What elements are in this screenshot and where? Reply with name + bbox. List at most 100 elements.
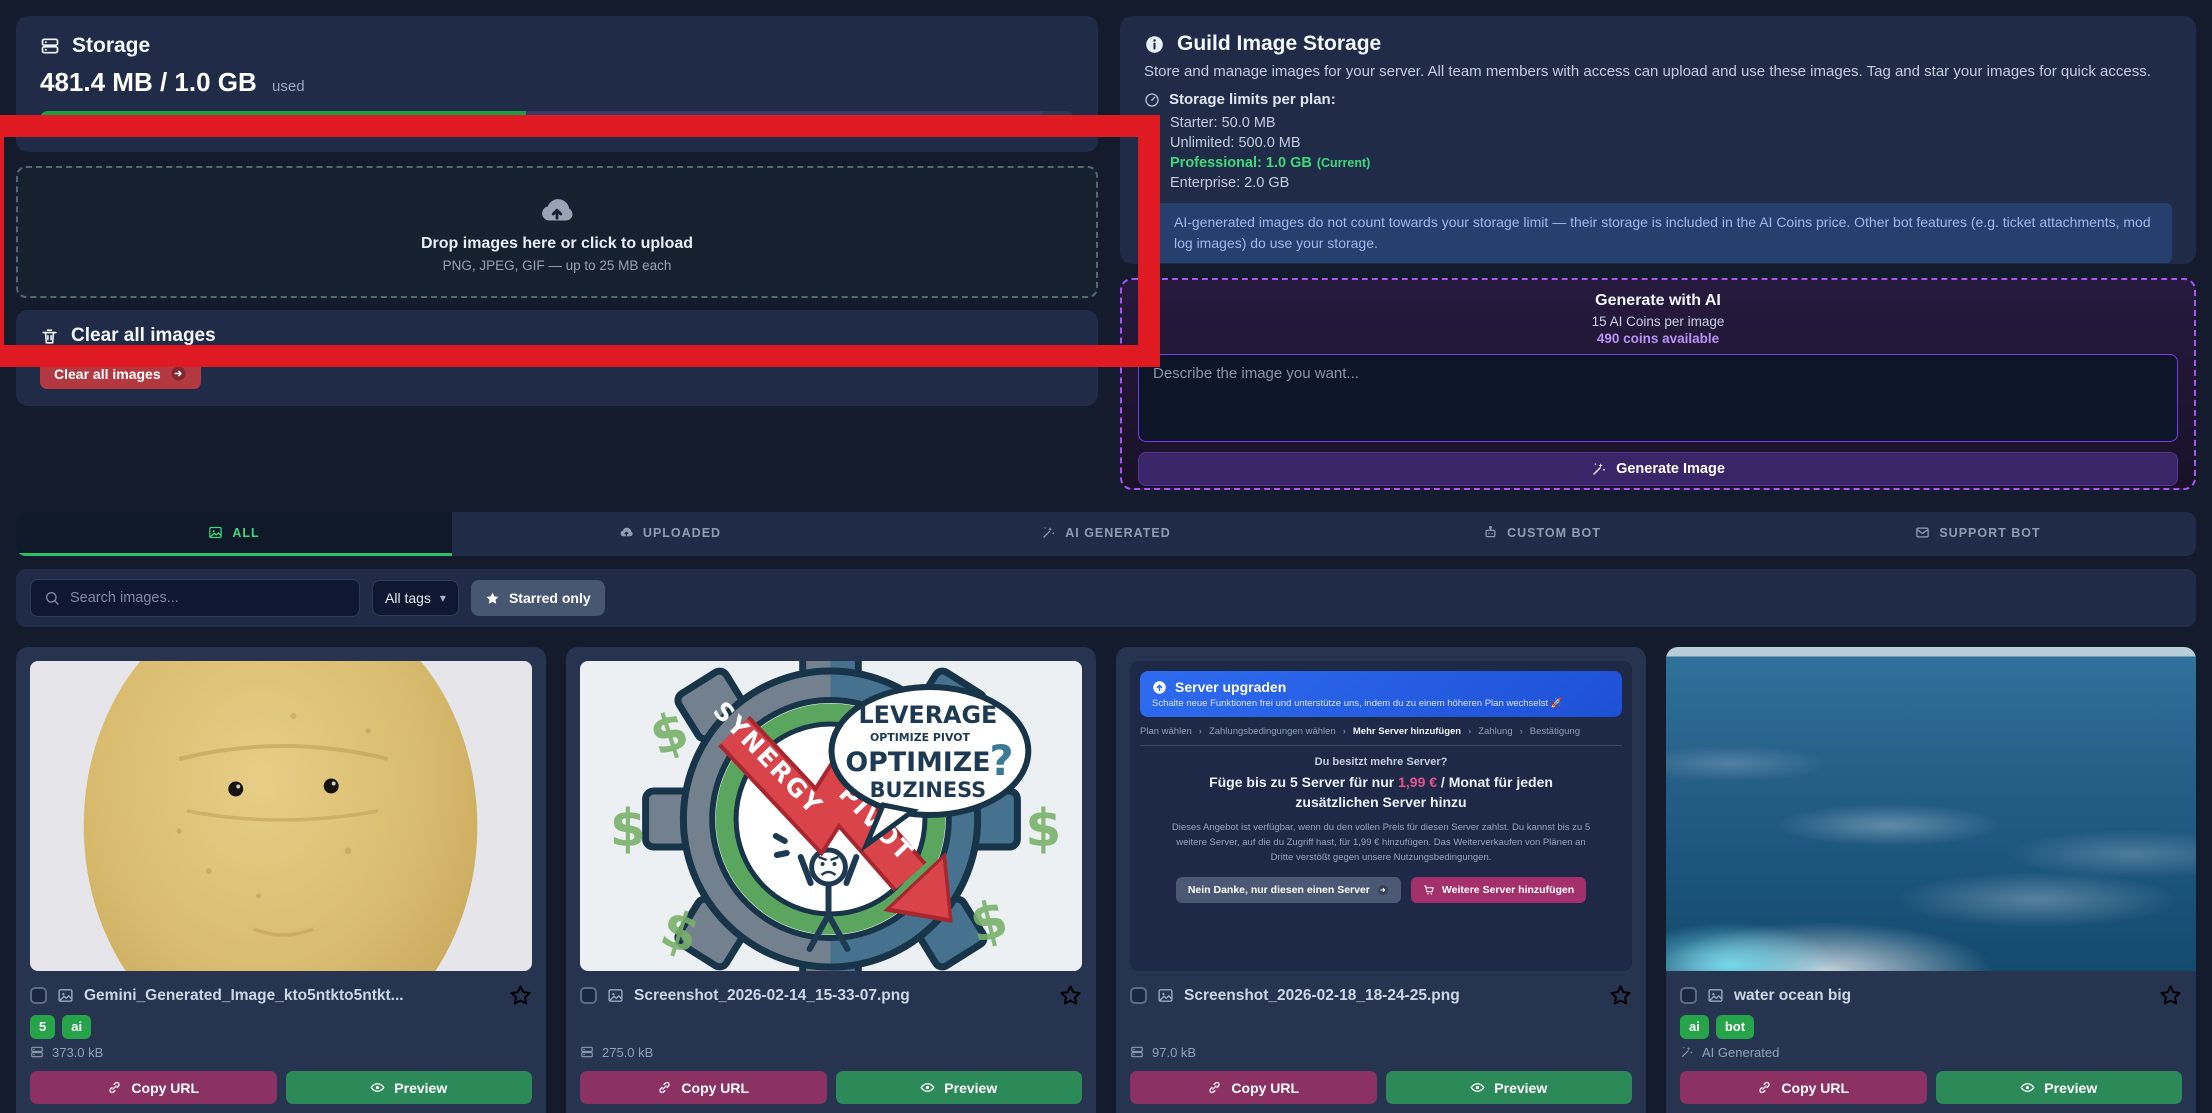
eye-icon xyxy=(1470,1080,1485,1095)
plan-current-badge: (Current) xyxy=(1317,156,1370,170)
card-image-upgrade-screenshot[interactable]: Server upgraden Schalte neue Funktionen … xyxy=(1130,661,1632,971)
bubble-question-mark: ? xyxy=(989,736,1013,785)
storage-used-suffix: used xyxy=(272,78,305,95)
guild-image-storage-page: Storage 481.4 MB / 1.0 GB used Drop imag… xyxy=(0,0,2212,1113)
copy-url-label: Copy URL xyxy=(681,1080,749,1096)
storage-progress-used-segment xyxy=(40,111,526,126)
storage-limits-title: Storage limits per plan: xyxy=(1169,91,1336,108)
image-card-potato: Gemini_Generated_Image_kto5ntkto5ntkt...… xyxy=(16,647,546,1113)
card-size-row: 373.0 kB xyxy=(30,1043,532,1061)
bubble-leverage: LEVERAGE xyxy=(858,701,997,729)
card-tags-empty xyxy=(580,1015,1082,1039)
clear-all-header: Clear all images xyxy=(40,325,1074,347)
star-filled-icon xyxy=(509,984,532,1007)
card-title-row: Screenshot_2026-02-18_18-24-25.png xyxy=(1130,984,1632,1007)
arrow-right-circle-icon xyxy=(1377,884,1389,896)
tab-ai-generated[interactable]: AI GENERATED xyxy=(888,512,1324,556)
image-card-ocean: water ocean big ai bot AI Generated Copy… xyxy=(1666,647,2196,1113)
tab-support-bot-label: SUPPORT BOT xyxy=(1939,526,2040,540)
trash-icon xyxy=(40,327,59,346)
guild-info-description: Store and manage images for your server.… xyxy=(1144,63,2172,80)
card-ai-generated-row: AI Generated xyxy=(1680,1043,2182,1061)
right-column: Guild Image Storage Store and manage ima… xyxy=(1120,16,2196,490)
card-image-potato[interactable] xyxy=(30,661,532,971)
breadcrumb-separator: › xyxy=(1520,726,1523,737)
server-storage-icon xyxy=(1130,1045,1144,1059)
card-title-row: Screenshot_2026-02-14_15-33-07.png xyxy=(580,984,1082,1007)
card-checkbox[interactable] xyxy=(580,987,597,1004)
card-filename: Gemini_Generated_Image_kto5ntkto5ntkt... xyxy=(84,987,499,1005)
storage-card: Storage 481.4 MB / 1.0 GB used xyxy=(16,16,1098,152)
guild-info-title: Guild Image Storage xyxy=(1177,32,1381,56)
image-file-icon xyxy=(1707,987,1724,1004)
upgrade-question: Du besitzt mehre Server? xyxy=(1140,756,1622,768)
breadcrumb-separator: › xyxy=(1199,726,1202,737)
tab-all[interactable]: ALL xyxy=(16,512,452,556)
preview-button[interactable]: Preview xyxy=(836,1071,1083,1104)
generate-ai-cost: 15 AI Coins per image xyxy=(1138,314,2178,329)
guild-info-card: Guild Image Storage Store and manage ima… xyxy=(1120,16,2196,264)
up-arrow-circle-icon xyxy=(1152,680,1167,695)
copy-url-button[interactable]: Copy URL xyxy=(1130,1071,1377,1104)
copy-url-button[interactable]: Copy URL xyxy=(1680,1071,1927,1104)
tab-custom-bot[interactable]: CUSTOM BOT xyxy=(1324,512,1760,556)
star-toggle[interactable] xyxy=(2159,984,2182,1007)
preview-button[interactable]: Preview xyxy=(286,1071,533,1104)
copy-url-label: Copy URL xyxy=(1781,1080,1849,1096)
generate-with-ai-panel: Generate with AI 15 AI Coins per image 4… xyxy=(1120,278,2196,490)
ocean-photo xyxy=(1666,647,2196,971)
card-checkbox[interactable] xyxy=(1130,987,1147,1004)
card-image-ocean[interactable] xyxy=(1666,647,2196,971)
card-title-row: water ocean big xyxy=(1680,984,2182,1007)
preview-button[interactable]: Preview xyxy=(1936,1071,2183,1104)
breadcrumb-separator: › xyxy=(1468,726,1471,737)
gauge-icon xyxy=(1144,92,1160,108)
starred-only-toggle[interactable]: Starred only xyxy=(471,580,605,616)
offer-text: Füge bis zu 5 Server für nur xyxy=(1209,774,1398,790)
upload-title: Drop images here or click to upload xyxy=(421,235,693,253)
upgrade-screenshot-content: Server upgraden Schalte neue Funktionen … xyxy=(1130,661,1632,971)
tab-uploaded[interactable]: UPLOADED xyxy=(452,512,888,556)
tags-select[interactable]: All tags ▾ xyxy=(372,580,459,616)
storage-progress-ai-segment xyxy=(526,111,1043,126)
decline-offer-label: Nein Danke, nur diesen einen Server xyxy=(1188,884,1370,896)
card-tags: ai bot xyxy=(1680,1015,2182,1039)
offer-price: 1,99 € xyxy=(1398,774,1437,790)
card-size: 373.0 kB xyxy=(52,1045,103,1060)
divider xyxy=(1140,745,1622,746)
breadcrumb-step: Zahlungsbedingungen wählen xyxy=(1209,726,1336,737)
breadcrumb-step-active: Mehr Server hinzufügen xyxy=(1353,726,1461,737)
top-section: Storage 481.4 MB / 1.0 GB used Drop imag… xyxy=(16,16,2196,490)
tag-badge: ai xyxy=(1680,1015,1709,1039)
server-storage-icon xyxy=(30,1045,44,1059)
generate-image-button[interactable]: Generate Image xyxy=(1138,452,2178,486)
eye-icon xyxy=(2020,1080,2035,1095)
tab-support-bot[interactable]: SUPPORT BOT xyxy=(1760,512,2196,556)
plan-limits-list: Starter: 50.0 MB Unlimited: 500.0 MB Pro… xyxy=(1144,113,2172,193)
card-image-diagram[interactable]: $$ $$ $$ xyxy=(580,661,1082,971)
plan-unlimited: Unlimited: 500.0 MB xyxy=(1144,133,2172,153)
decline-offer-button: Nein Danke, nur diesen einen Server xyxy=(1176,877,1401,903)
ai-prompt-input[interactable] xyxy=(1138,354,2178,442)
clear-all-button[interactable]: Clear all images xyxy=(40,358,201,389)
copy-url-button[interactable]: Copy URL xyxy=(580,1071,827,1104)
upload-dropzone[interactable]: Drop images here or click to upload PNG,… xyxy=(16,166,1098,298)
card-checkbox[interactable] xyxy=(1680,987,1697,1004)
copy-url-button[interactable]: Copy URL xyxy=(30,1071,277,1104)
search-input[interactable] xyxy=(70,590,346,606)
storage-title: Storage xyxy=(72,34,150,58)
breadcrumb-step: Bestätigung xyxy=(1530,726,1580,737)
card-filename: water ocean big xyxy=(1734,987,2149,1005)
star-toggle-filled[interactable] xyxy=(509,984,532,1007)
storage-card-header: Storage xyxy=(40,34,1074,58)
card-size: 275.0 kB xyxy=(602,1045,653,1060)
star-toggle[interactable] xyxy=(1609,984,1632,1007)
star-toggle[interactable] xyxy=(1059,984,1082,1007)
left-column: Storage 481.4 MB / 1.0 GB used Drop imag… xyxy=(16,16,1098,490)
card-size-row: 275.0 kB xyxy=(580,1043,1082,1061)
star-outline-icon xyxy=(1609,984,1632,1007)
card-checkbox[interactable] xyxy=(30,987,47,1004)
tab-bar: ALL UPLOADED AI GENERATED CUSTOM BOT SUP… xyxy=(16,512,2196,556)
images-icon xyxy=(208,525,223,540)
preview-button[interactable]: Preview xyxy=(1386,1071,1633,1104)
